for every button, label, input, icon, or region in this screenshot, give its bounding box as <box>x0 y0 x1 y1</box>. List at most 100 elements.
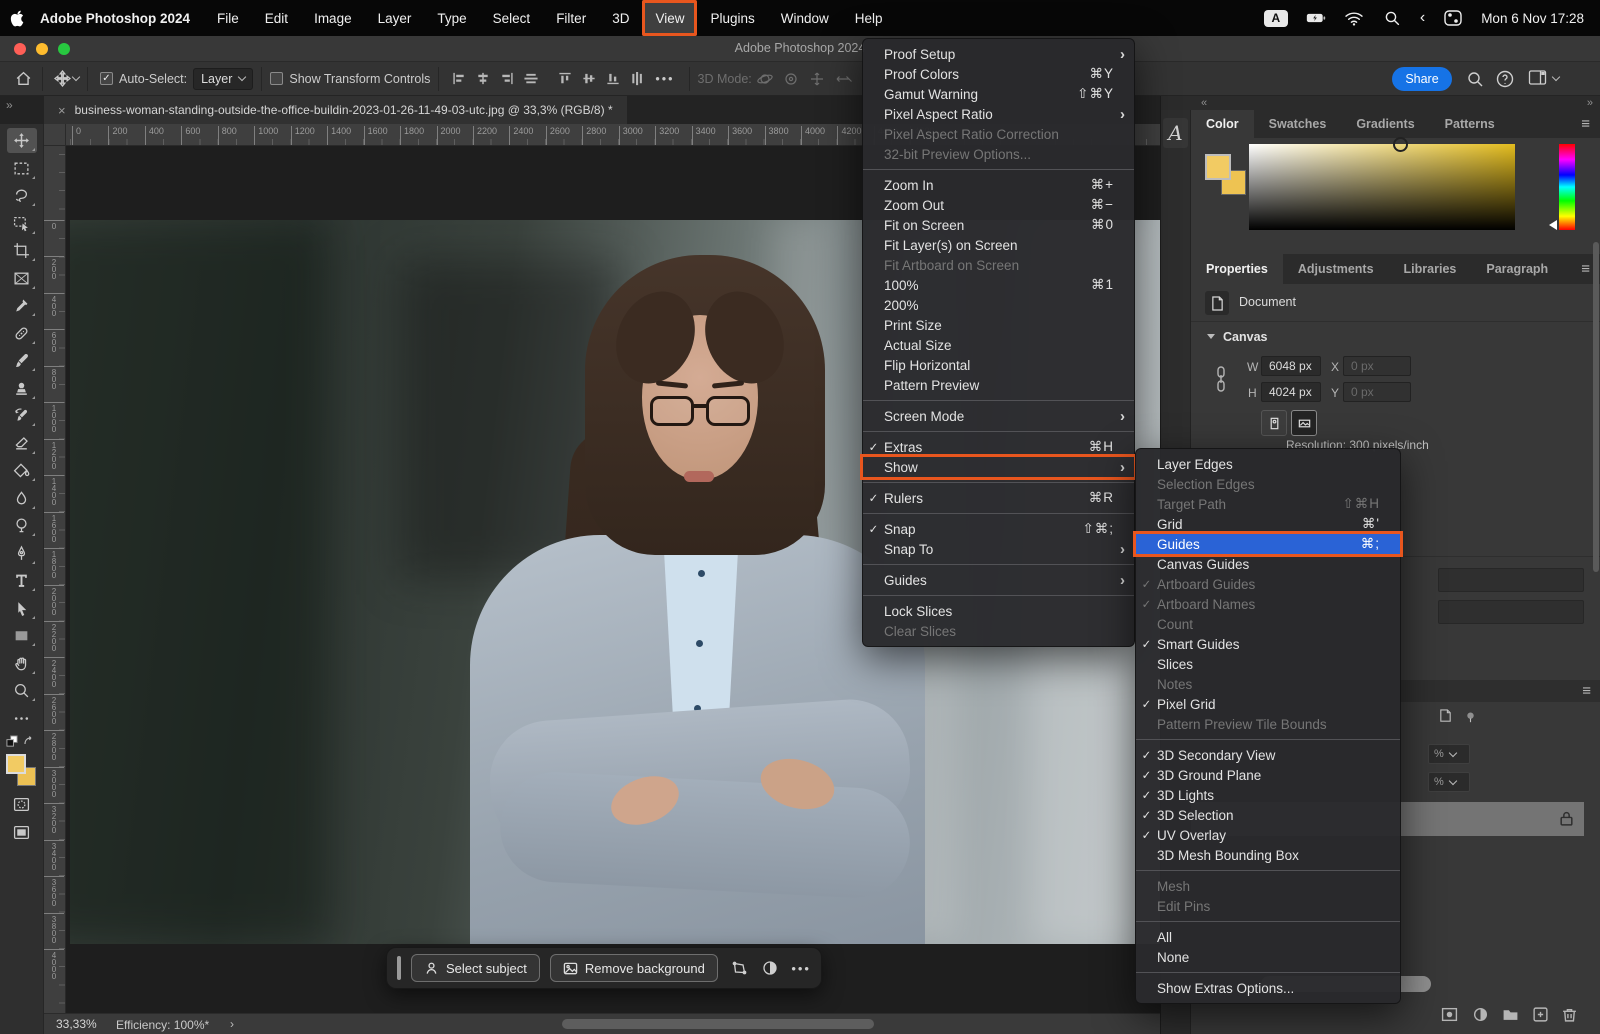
menu-item[interactable]: Zoom In ⌘+ <box>863 175 1134 195</box>
hand-tool[interactable] <box>7 651 37 676</box>
menubar-item[interactable]: Help <box>842 0 896 36</box>
menu-item[interactable]: Gamut Warning ⇧⌘Y <box>863 84 1134 104</box>
menu-item[interactable]: 3D Selection <box>1136 805 1400 825</box>
width-field[interactable]: 6048 px <box>1261 356 1321 376</box>
screen-mode-button[interactable] <box>7 820 37 845</box>
menu-item[interactable]: Artboard Names <box>1136 594 1400 614</box>
menubar-item[interactable]: Window <box>768 0 842 36</box>
clone-stamp-tool[interactable] <box>7 376 37 401</box>
menu-item[interactable]: Layer Edges <box>1136 454 1400 474</box>
select-subject-button[interactable]: Select subject <box>411 954 540 982</box>
type-panel-icon[interactable]: A <box>1163 118 1188 148</box>
menu-item[interactable]: Grid ⌘' <box>1136 514 1400 534</box>
properties-extra-field[interactable] <box>1438 600 1584 624</box>
portrait-orientation-button[interactable] <box>1261 410 1287 436</box>
more-options-icon[interactable]: ••• <box>791 961 811 976</box>
menu-item[interactable]: None <box>1136 947 1400 967</box>
history-brush-tool[interactable] <box>7 403 37 428</box>
layers-panel-menu-icon[interactable]: ≡ <box>1582 683 1591 700</box>
align-right-icon[interactable] <box>498 71 516 86</box>
frame-tool[interactable] <box>7 266 37 291</box>
fill-field[interactable]: % <box>1428 772 1470 792</box>
menubar-item[interactable]: Edit <box>252 0 301 36</box>
properties-panel-menu-icon[interactable]: ≡ <box>1581 261 1590 278</box>
app-name[interactable]: Adobe Photoshop 2024 <box>34 11 204 26</box>
menu-item[interactable]: Fit Artboard on Screen <box>863 255 1134 275</box>
more-align-options-icon[interactable]: ••• <box>655 72 674 86</box>
align-center-horizontal-icon[interactable] <box>474 71 492 86</box>
menu-item[interactable]: Guides ⌘; <box>1136 534 1400 554</box>
menu-item[interactable]: Lock Slices <box>863 601 1134 621</box>
remove-background-button[interactable]: Remove background <box>550 954 718 982</box>
adjustment-layer-icon[interactable] <box>1472 1006 1489 1028</box>
control-center-icon[interactable] <box>1443 10 1463 26</box>
dodge-tool[interactable] <box>7 513 37 538</box>
add-layer-mask-icon[interactable] <box>1441 1006 1458 1028</box>
menu-item[interactable]: Clear Slices <box>863 621 1134 641</box>
color-panel-menu-icon[interactable]: ≡ <box>1581 116 1590 133</box>
horizontal-scrollbar[interactable] <box>562 1019 874 1029</box>
gradient-tool[interactable] <box>7 458 37 483</box>
document-tab[interactable]: × business-woman-standing-outside-the-of… <box>44 96 627 124</box>
menubar-item[interactable]: Filter <box>543 0 599 36</box>
color-picker-marker[interactable] <box>1393 137 1408 152</box>
menubar-item[interactable]: File <box>204 0 252 36</box>
auto-select-dropdown[interactable]: Layer <box>193 68 253 90</box>
menu-item[interactable]: 3D Ground Plane <box>1136 765 1400 785</box>
menu-item[interactable]: Pixel Aspect Ratio Correction <box>863 124 1134 144</box>
menu-item[interactable]: Pattern Preview Tile Bounds <box>1136 714 1400 734</box>
menu-item[interactable]: Proof Setup <box>863 44 1134 64</box>
spot-healing-brush-tool[interactable] <box>7 321 37 346</box>
type-tool[interactable] <box>7 568 37 593</box>
hue-slider-pointer[interactable] <box>1549 220 1557 230</box>
lasso-tool[interactable] <box>7 183 37 208</box>
collapse-panels-icon[interactable]: » <box>0 96 44 124</box>
menu-item[interactable]: 3D Lights <box>1136 785 1400 805</box>
menu-item[interactable]: Print Size <box>863 315 1134 335</box>
menu-item[interactable]: Fit on Screen ⌘0 <box>863 215 1134 235</box>
crop-tool[interactable] <box>7 238 37 263</box>
menu-item[interactable]: Screen Mode <box>863 406 1134 426</box>
object-selection-tool[interactable] <box>7 211 37 236</box>
menu-item[interactable]: Actual Size <box>863 335 1134 355</box>
menu-item[interactable]: Extras ⌘H <box>863 437 1134 457</box>
workspace-switcher[interactable] <box>1528 70 1559 86</box>
panel-vertical-scrollbar[interactable] <box>1593 242 1599 572</box>
menubar-clock[interactable]: Mon 6 Nov 17:28 <box>1481 11 1584 26</box>
mask-icon[interactable] <box>760 960 782 976</box>
menu-item[interactable]: Slices <box>1136 654 1400 674</box>
menu-item[interactable]: Count <box>1136 614 1400 634</box>
move-tool-preset-icon[interactable] <box>51 70 73 87</box>
search-icon[interactable] <box>1466 70 1484 91</box>
menu-item[interactable]: Show Extras Options... <box>1136 978 1400 998</box>
spotlight-search-icon[interactable] <box>1382 10 1402 26</box>
panel-tab[interactable]: Adjustments <box>1283 254 1389 284</box>
menubar-item[interactable]: 3D <box>599 0 642 36</box>
menubar-item[interactable]: Image <box>301 0 365 36</box>
edit-toolbar-button[interactable] <box>7 706 37 731</box>
menu-item[interactable]: Fit Layer(s) on Screen <box>863 235 1134 255</box>
eyedropper-tool[interactable] <box>7 293 37 318</box>
menu-item[interactable]: Zoom Out ⌘− <box>863 195 1134 215</box>
preset-chevron-icon[interactable] <box>72 73 80 81</box>
swap-colors-icon[interactable] <box>23 735 37 747</box>
menu-item[interactable]: 100% ⌘1 <box>863 275 1134 295</box>
blur-tool[interactable] <box>7 486 37 511</box>
menu-item[interactable]: Pixel Grid <box>1136 694 1400 714</box>
close-tab-icon[interactable]: × <box>58 103 66 118</box>
menubar-item[interactable]: Layer <box>365 0 425 36</box>
efficiency-indicator[interactable]: Efficiency: 100%* <box>116 1018 209 1032</box>
hue-slider[interactable] <box>1559 144 1575 230</box>
lock-position-icon[interactable] <box>1438 708 1453 728</box>
y-field[interactable]: 0 px <box>1343 382 1411 402</box>
delete-layer-icon[interactable] <box>1561 1006 1578 1028</box>
collapse-dock-icon[interactable]: « <box>1201 97 1207 109</box>
menu-item[interactable]: Guides <box>863 570 1134 590</box>
panel-tab[interactable]: Patterns <box>1430 110 1510 138</box>
canvas-section-header[interactable]: Canvas <box>1207 330 1267 344</box>
menu-item[interactable]: Proof Colors ⌘Y <box>863 64 1134 84</box>
quick-mask-mode-button[interactable] <box>7 792 37 817</box>
foreground-color-swatch[interactable] <box>1205 154 1231 180</box>
help-icon[interactable] <box>1496 70 1514 91</box>
foreground-color-swatch[interactable] <box>6 754 26 774</box>
